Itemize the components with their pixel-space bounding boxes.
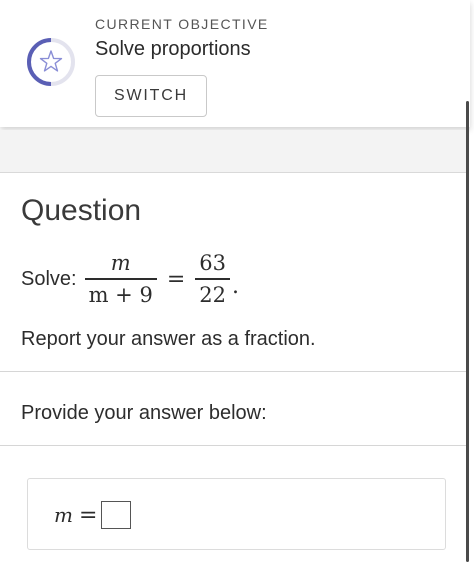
divider xyxy=(0,445,466,446)
instruction-text: Report your answer as a fraction. xyxy=(21,328,316,350)
current-objective-label: CURRENT OBJECTIVE xyxy=(95,16,269,32)
equals-sign: = xyxy=(166,266,186,292)
answer-prompt: Provide your answer below: xyxy=(21,402,267,424)
scrollbar[interactable] xyxy=(466,101,469,562)
rhs-denominator: 22 xyxy=(199,282,226,307)
fraction-bar xyxy=(84,278,157,280)
answer-variable: m xyxy=(54,503,73,527)
progress-ring xyxy=(27,38,75,86)
question-heading: Question xyxy=(21,194,142,227)
lhs-denominator: m + 9 xyxy=(88,282,153,307)
objective-title: Solve proportions xyxy=(95,38,251,60)
rhs-fraction: 63 22 xyxy=(195,250,230,308)
lhs-fraction: m m + 9 xyxy=(84,250,157,308)
fraction-bar xyxy=(195,278,230,280)
answer-area: m = xyxy=(27,478,446,550)
equation-period: . xyxy=(232,273,239,299)
star-icon xyxy=(39,50,63,72)
progress-ring-arc xyxy=(27,38,52,86)
answer-equals-sign: = xyxy=(78,502,98,528)
lhs-numerator: m xyxy=(110,251,131,276)
section-gap xyxy=(0,130,466,173)
objective-card: CURRENT OBJECTIVE Solve proportions SWIT… xyxy=(0,0,470,127)
switch-button[interactable]: SWITCH xyxy=(95,75,207,117)
answer-input[interactable] xyxy=(101,501,132,529)
rhs-numerator: 63 xyxy=(199,251,226,276)
answer-equation: m = xyxy=(54,501,132,529)
equation-row: Solve: m m + 9 = 63 22 . xyxy=(21,250,239,308)
solve-label: Solve: xyxy=(21,267,77,290)
divider xyxy=(0,371,466,372)
